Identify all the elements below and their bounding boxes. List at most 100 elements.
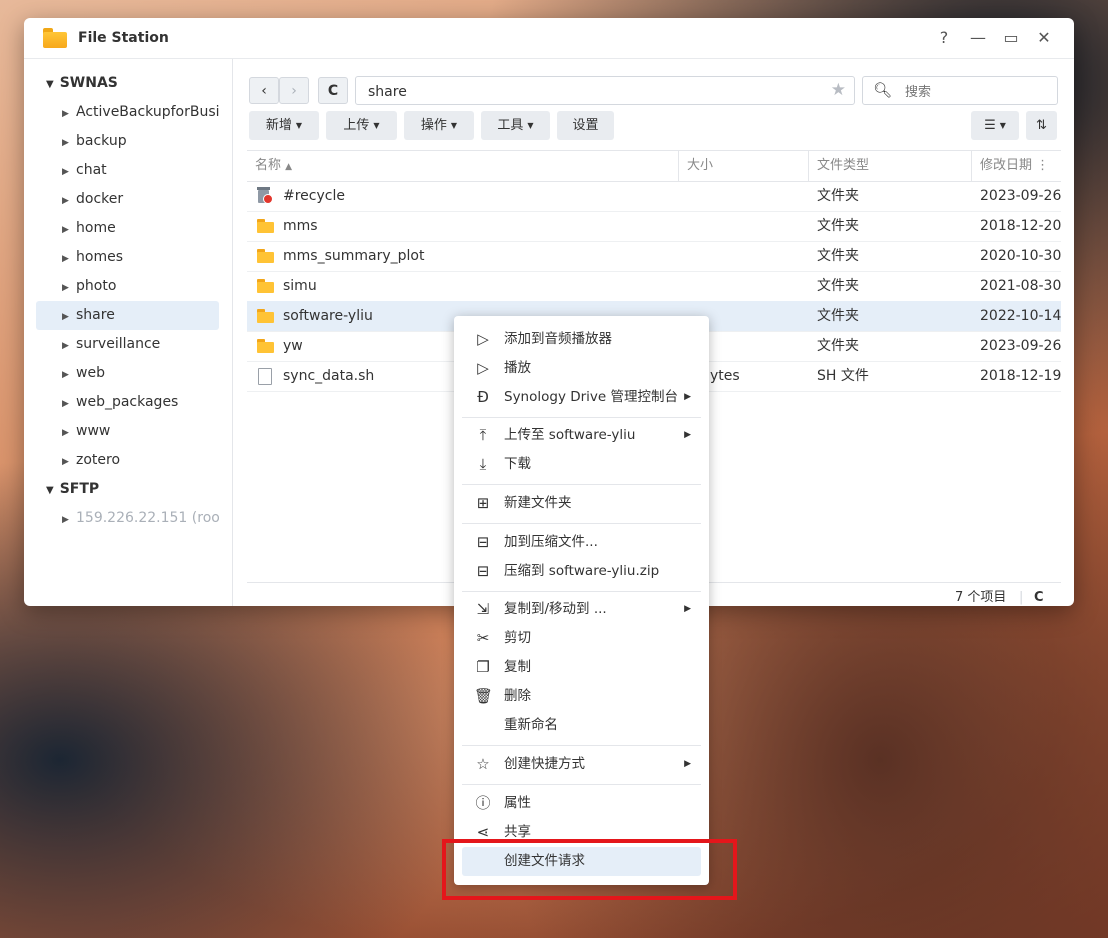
tree-item-backup[interactable]: ▶ backup [36,127,219,156]
menu-item-delete[interactable]: 🗑︎ 删除 [462,682,701,711]
sort-button[interactable]: ⇅ [1026,111,1057,140]
column-type[interactable]: 文件类型 [809,151,972,181]
file-type: 文件夹 [817,248,859,264]
file-date: 2018-12-20 [980,218,1062,234]
path-bar[interactable]: ★ [355,76,855,105]
file-row[interactable]: #recycle 文件夹 2023-09-26 [247,181,1061,212]
tree-item-web[interactable]: ▶ web [36,359,219,388]
tree-root-sftp[interactable]: ▼ SFTP [46,481,99,497]
menu-item-download[interactable]: ⤓ 下载 [462,450,701,479]
file-name: yw [283,338,303,354]
menu-item-create-shortcut[interactable]: ☆ 创建快捷方式 ▶ [462,750,701,779]
caret-right-icon: ▶ [62,370,69,380]
path-input[interactable] [366,81,830,103]
create-button[interactable]: 新增 ▼ [249,111,319,140]
minimize-button[interactable]: — [967,28,989,48]
caret-down-icon: ▼ [46,79,54,90]
file-name: software-yliu [283,308,373,324]
close-button[interactable]: ✕ [1033,28,1055,48]
tools-button[interactable]: 工具 ▼ [481,111,550,140]
highlight-annotation-box [442,839,737,900]
help-button[interactable]: ? [933,28,955,48]
menu-item-add-to-audio-player[interactable]: ▷ 添加到音频播放器 [462,325,701,354]
tree-item-photo[interactable]: ▶ photo [36,272,219,301]
file-type: 文件夹 [817,308,859,324]
info-icon: ⓘ [475,794,491,812]
back-button[interactable]: ‹ [249,77,279,104]
column-date[interactable]: 修改日期 ⋮ [972,151,1061,181]
tree-item-activebackup[interactable]: ▶ActiveBackupforBusiness [36,98,219,127]
sort-asc-icon: ▲ [285,162,293,172]
tree-item-sftp-host[interactable]: ▶ 159.226.22.151 (root) [36,504,219,533]
file-date: 2020-10-30 [980,248,1062,264]
submenu-arrow-icon: ▶ [684,392,691,402]
menu-item-copy-move-to[interactable]: ⇲ 复制到/移动到 ... ▶ [462,595,701,624]
tree-item-home[interactable]: ▶ home [36,214,219,243]
play-outline-icon: ▷ [477,330,489,348]
file-date: 2022-10-14 [980,308,1062,324]
menu-separator [462,484,701,485]
file-row[interactable]: mms 文件夹 2018-12-20 [247,211,1061,242]
menu-separator [462,591,701,592]
status-refresh-button[interactable]: C [1034,583,1044,606]
tree-item-docker[interactable]: ▶ docker [36,185,219,214]
maximize-button[interactable]: ▭ [1000,28,1022,48]
search-icon[interactable]: 🔍︎ [873,81,892,99]
menu-item-new-folder[interactable]: ⊞ 新建文件夹 [462,489,701,518]
tree-item-chat[interactable]: ▶ chat [36,156,219,185]
file-type: 文件夹 [817,338,859,354]
list-view-icon: ☰ [984,118,996,133]
column-size[interactable]: 大小 [679,151,809,181]
menu-item-add-to-archive[interactable]: ⊟ 加到压缩文件... [462,528,701,557]
upload-button[interactable]: 上传 ▼ [326,111,397,140]
tree-item-www[interactable]: ▶ www [36,417,219,446]
search-input[interactable] [903,81,1047,103]
tree-item-web-packages[interactable]: ▶ web_packages [36,388,219,417]
menu-item-drive-console[interactable]: Ð Synology Drive 管理控制台 ▶ [462,383,701,412]
file-name: mms_summary_plot [283,248,425,264]
file-date: 2021-08-30 [980,278,1062,294]
menu-item-copy[interactable]: ❐ 复制 [462,653,701,682]
folder-icon [257,309,274,323]
file-name: sync_data.sh [283,368,375,384]
view-mode-button[interactable]: ☰ ▼ [971,111,1019,140]
tree-item-zotero[interactable]: ▶ zotero [36,446,219,475]
sort-icon: ⇅ [1036,118,1047,133]
action-button[interactable]: 操作 ▼ [404,111,474,140]
archive-icon: ⊟ [476,533,490,551]
star-icon[interactable]: ★ [831,80,846,100]
list-header: 名称 ▲ 大小 文件类型 修改日期 ⋮ [247,150,1061,182]
search-box[interactable]: 🔍︎ [862,76,1058,105]
menu-item-upload-to[interactable]: ⤒ 上传至 software-yliu ▶ [462,421,701,450]
menu-separator [462,784,701,785]
caret-down-icon: ▼ [527,121,534,130]
copy-icon: ❐ [476,658,490,676]
tree-item-homes[interactable]: ▶ homes [36,243,219,272]
caret-down-icon: ▼ [46,485,54,496]
menu-item-properties[interactable]: ⓘ 属性 [462,789,701,818]
upload-icon: ⤒ [479,426,487,444]
context-menu: ▷ 添加到音频播放器 ▷ 播放 Ð Synology Drive 管理控制台 ▶ ⤒ 上传… [454,316,709,885]
menu-item-compress-to-zip[interactable]: ⊟ 压缩到 software-yliu.zip [462,557,701,586]
forward-button[interactable]: › [279,77,309,104]
file-name: simu [283,278,317,294]
menu-item-play[interactable]: ▷ 播放 [462,354,701,383]
tree-item-share[interactable]: ▶ share [36,301,219,330]
column-menu-icon[interactable]: ⋮ [1036,158,1049,173]
tree-root-swnas[interactable]: ▼ SWNAS [46,75,118,91]
refresh-button[interactable]: C [318,77,348,104]
caret-right-icon: ▶ [62,457,69,467]
tree-item-surveillance[interactable]: ▶ surveillance [36,330,219,359]
file-row[interactable]: mms_summary_plot 文件夹 2020-10-30 [247,241,1061,272]
settings-button[interactable]: 设置 [557,111,614,140]
caret-right-icon: ▶ [62,341,69,351]
play-outline-icon: ▷ [477,359,489,377]
menu-item-cut[interactable]: ✂ 剪切 [462,624,701,653]
caret-down-icon: ▼ [450,121,458,130]
caret-right-icon: ▶ [62,312,69,322]
file-row[interactable]: simu 文件夹 2021-08-30 [247,271,1061,302]
menu-item-rename[interactable]: 重新命名 [462,711,701,740]
file-station-app-icon [43,28,67,48]
column-name[interactable]: 名称 ▲ [247,151,679,181]
title-bar[interactable]: File Station ? — ▭ ✕ [24,18,1074,59]
